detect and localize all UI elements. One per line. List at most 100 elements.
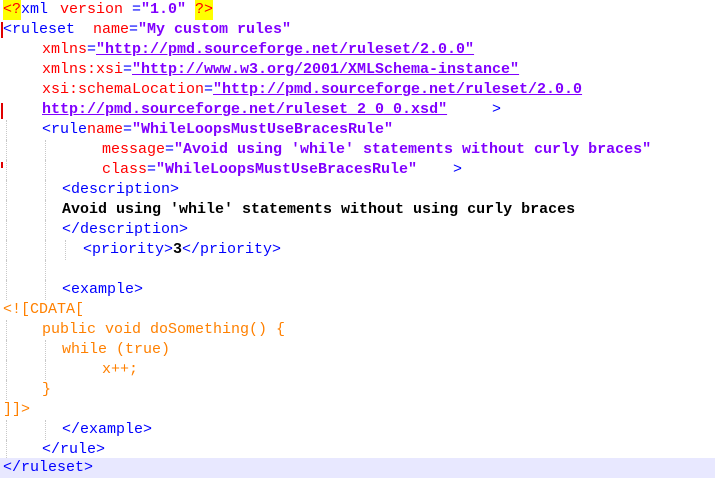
indent-guide — [45, 340, 46, 360]
value-xmlns-link[interactable]: "http://pmd.sourceforge.net/ruleset/2.0.… — [96, 40, 474, 60]
attr-version: version — [60, 1, 124, 18]
attr-name: name — [93, 21, 130, 38]
indent-guide — [45, 280, 46, 300]
code-line-xmlns[interactable]: xmlns = "http://pmd.sourceforge.net/rule… — [0, 40, 715, 60]
indent-guide — [65, 240, 66, 260]
pi-open-marker: <? — [3, 0, 22, 20]
tag-rule-open: <rule — [42, 121, 88, 138]
description-text: Avoid using 'while' statements without u… — [62, 201, 576, 218]
attr-class: class — [102, 161, 148, 178]
code-line-rule-close[interactable]: </rule> — [0, 440, 715, 460]
indent-guide — [45, 200, 46, 220]
equals-sign: = — [165, 141, 175, 158]
cdata-close: ]]> — [3, 401, 31, 418]
code-line-example-open[interactable]: <example> — [0, 280, 715, 300]
indent-guide — [6, 260, 7, 280]
code-line-ruleset-open[interactable]: <ruleset name = "My custom rules" — [0, 20, 715, 40]
value-message: "Avoid using 'while' statements without … — [174, 141, 652, 158]
tag-close-bracket: > — [453, 161, 463, 178]
indent-guide — [45, 220, 46, 240]
code-line-xml-declaration[interactable]: <? xml version = "1.0" ?> — [0, 0, 715, 20]
indent-guide — [45, 240, 46, 260]
attr-xmlns: xmlns — [42, 41, 88, 58]
tag-rule-close: </rule> — [42, 441, 106, 458]
code-line-class[interactable]: class = "WhileLoopsMustUseBracesRule" > — [0, 160, 715, 180]
code-line-cdata-java-3[interactable]: x++; — [0, 360, 715, 380]
attr-name: name — [87, 121, 124, 138]
tag-close-bracket: > — [492, 101, 502, 118]
code-line-xmlns-xsi[interactable]: xmlns:xsi = "http://www.w3.org/2001/XMLS… — [0, 60, 715, 80]
xml-editor[interactable]: <? xml version = "1.0" ?> <ruleset name … — [0, 0, 715, 478]
indent-guide — [6, 380, 7, 400]
attr-message: message — [102, 141, 166, 158]
code-line-schema-location[interactable]: xsi:schemaLocation = "http://pmd.sourcef… — [0, 80, 715, 100]
code-line-cdata-java-1[interactable]: public void doSomething() { — [0, 320, 715, 340]
indent-guide — [6, 220, 7, 240]
tag-priority-open: <priority> — [83, 241, 174, 258]
tag-description-close: </description> — [62, 221, 189, 238]
cdata-code: x++; — [102, 361, 139, 378]
indent-guide — [6, 240, 7, 260]
indent-guide — [45, 180, 46, 200]
indent-guide — [6, 280, 7, 300]
cdata-code: while (true) — [62, 341, 171, 358]
tag-description-open: <description> — [62, 181, 180, 198]
cdata-open: <![CDATA[ — [3, 301, 85, 318]
indent-guide — [6, 360, 7, 380]
indent-guide — [45, 140, 46, 160]
attr-xmlns-xsi: xmlns:xsi — [42, 61, 124, 78]
code-line-schema-location-continued[interactable]: http://pmd.sourceforge.net/ruleset_2_0_0… — [0, 100, 715, 120]
pi-name: xml — [21, 1, 49, 18]
indent-guide — [6, 340, 7, 360]
code-line-rule-open[interactable]: <rule name = "WhileLoopsMustUseBracesRul… — [0, 120, 715, 140]
code-line-cdata-open[interactable]: <![CDATA[ — [0, 300, 715, 320]
cdata-code: public void doSomething() { — [42, 321, 286, 338]
value-ruleset-name: "My custom rules" — [138, 21, 292, 38]
attr-schema-location: xsi:schemaLocation — [42, 81, 205, 98]
tag-priority-close: </priority> — [182, 241, 282, 258]
indent-guide — [6, 160, 7, 180]
equals-sign: = — [87, 41, 97, 58]
value-xmlns-xsi-link[interactable]: "http://www.w3.org/2001/XMLSchema-instan… — [132, 60, 519, 80]
tag-example-close: </example> — [62, 421, 153, 438]
value-schema-xsd-link[interactable]: http://pmd.sourceforge.net/ruleset_2_0_0… — [42, 100, 447, 120]
code-line-empty[interactable] — [0, 260, 715, 280]
code-line-example-close[interactable]: </example> — [0, 420, 715, 440]
equals-sign: = — [129, 21, 139, 38]
code-line-cdata-close[interactable]: ]]> — [0, 400, 715, 420]
indent-guide — [6, 140, 7, 160]
indent-guide — [6, 320, 7, 340]
indent-guide — [45, 160, 46, 180]
code-line-description-open[interactable]: <description> — [0, 180, 715, 200]
indent-guide — [6, 420, 7, 440]
indent-guide — [6, 200, 7, 220]
tag-ruleset-open: <ruleset — [3, 21, 76, 38]
indent-guide — [45, 420, 46, 440]
code-line-priority[interactable]: <priority> 3 </priority> — [0, 240, 715, 260]
priority-value: 3 — [173, 241, 183, 258]
code-line-cdata-java-2[interactable]: while (true) — [0, 340, 715, 360]
code-line-cdata-java-4[interactable]: } — [0, 380, 715, 400]
value-class: "WhileLoopsMustUseBracesRule" — [156, 161, 418, 178]
code-line-ruleset-close[interactable]: </ruleset> — [0, 458, 715, 478]
value-rule-name: "WhileLoopsMustUseBracesRule" — [132, 121, 394, 138]
code-line-description-text[interactable]: Avoid using 'while' statements without u… — [0, 200, 715, 220]
equals-sign: = — [204, 81, 214, 98]
tag-ruleset-close: </ruleset> — [3, 459, 94, 476]
indent-guide — [45, 360, 46, 380]
indent-guide — [45, 260, 46, 280]
value-version: "1.0" — [141, 1, 187, 18]
equals-sign: = — [123, 121, 133, 138]
equals-sign: = — [123, 61, 133, 78]
cdata-code: } — [42, 381, 52, 398]
equals-sign: = — [147, 161, 157, 178]
code-line-description-close[interactable]: </description> — [0, 220, 715, 240]
indent-guide — [6, 180, 7, 200]
value-schema-location-link[interactable]: "http://pmd.sourceforge.net/ruleset/2.0.… — [213, 80, 582, 100]
code-line-message[interactable]: message = "Avoid using 'while' statement… — [0, 140, 715, 160]
tag-example-open: <example> — [62, 281, 144, 298]
pi-close-marker: ?> — [195, 0, 214, 20]
indent-guide — [6, 440, 7, 460]
indent-guide — [6, 120, 7, 140]
equals-sign: = — [132, 1, 142, 18]
